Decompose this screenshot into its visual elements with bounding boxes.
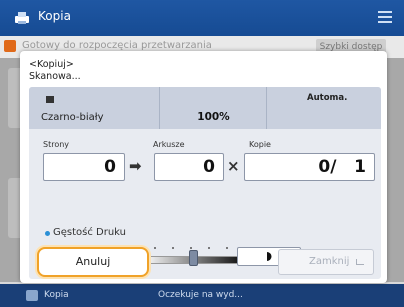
printer-icon bbox=[26, 290, 38, 301]
dialog-title: <Kopiuj> Skanowa... bbox=[29, 59, 81, 83]
sheets-label: Arkusze bbox=[153, 140, 185, 149]
color-mode-cell: Czarno-biały bbox=[29, 87, 160, 129]
warning-icon bbox=[4, 40, 16, 52]
status-bar: Kopia Oczekuje na wyd... bbox=[0, 284, 404, 307]
menu-icon[interactable] bbox=[378, 11, 392, 23]
density-tick bbox=[208, 247, 210, 249]
paper-auto-label: Automa. bbox=[307, 93, 348, 103]
sheets-counter: 0 bbox=[154, 153, 224, 181]
black-white-icon bbox=[46, 96, 54, 103]
cancel-button[interactable]: Anuluj bbox=[37, 247, 149, 277]
status-label: Kopia bbox=[44, 290, 69, 300]
zoom-cell: 100% bbox=[160, 87, 267, 129]
density-slider-thumb[interactable] bbox=[189, 250, 198, 266]
copies-counter: 0/ 1 bbox=[244, 153, 375, 181]
status-message: Oczekuje na wyd... bbox=[158, 290, 243, 300]
close-button: Zamknij bbox=[278, 249, 374, 275]
dialog-title-line2: Skanowa... bbox=[29, 71, 81, 82]
density-tick bbox=[172, 247, 174, 249]
density-tick bbox=[154, 247, 156, 249]
app-title: Kopia bbox=[38, 9, 71, 23]
zoom-value: 100% bbox=[197, 111, 230, 123]
copy-dialog: <Kopiuj> Skanowa... Czarno-biały 100% Au… bbox=[20, 51, 387, 283]
density-label: Gęstość Druku bbox=[53, 227, 127, 238]
pages-label: Strony bbox=[43, 140, 70, 149]
settings-summary: Czarno-biały 100% Automa. bbox=[29, 87, 381, 129]
background-message: Gotowy do rozpoczęcia przetwarzania bbox=[22, 40, 212, 51]
half-dark-icon bbox=[267, 252, 272, 261]
color-mode-label: Czarno-biały bbox=[41, 112, 104, 123]
dialog-title-line1: <Kopiuj> bbox=[29, 59, 74, 70]
density-bullet-icon bbox=[45, 231, 50, 236]
close-button-label: Zamknij bbox=[309, 256, 350, 267]
times-icon: × bbox=[227, 157, 240, 175]
copy-app-icon bbox=[15, 12, 29, 24]
paper-cell: Automa. bbox=[267, 87, 381, 129]
density-tick bbox=[226, 247, 228, 249]
app-header: Kopia bbox=[0, 0, 404, 36]
pages-counter: 0 bbox=[43, 153, 125, 181]
arrow-icon: ➡ bbox=[129, 157, 142, 175]
copies-label: Kopie bbox=[249, 140, 271, 149]
enter-icon bbox=[356, 259, 364, 265]
density-tick bbox=[190, 247, 192, 249]
